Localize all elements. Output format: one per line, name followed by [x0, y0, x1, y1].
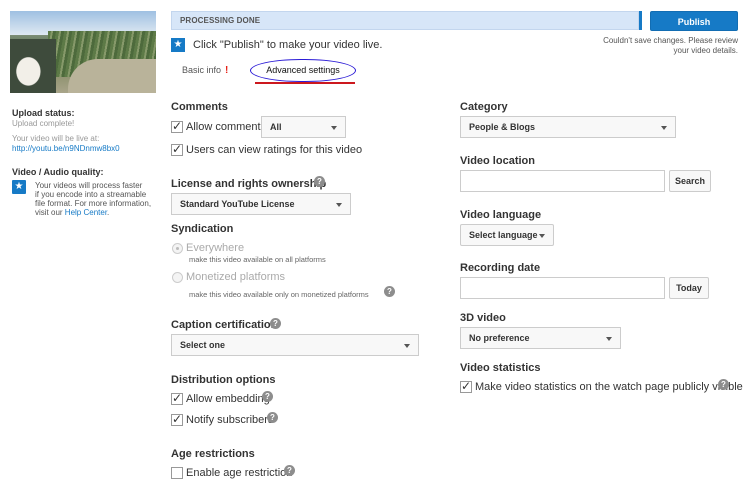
chevron-down-icon: [606, 337, 612, 341]
quality-line-4-prefix: visit our: [35, 208, 63, 217]
help-icon[interactable]: ?: [314, 176, 325, 187]
ratings-visible-label: Users can view ratings for this video: [186, 144, 363, 156]
help-center-link[interactable]: Help Center: [65, 208, 107, 217]
active-tab-underline: [255, 82, 355, 84]
syndication-everywhere-radio[interactable]: [172, 243, 183, 254]
save-error-line-2: your video details.: [673, 46, 738, 55]
language-select[interactable]: Select language: [460, 224, 554, 246]
comments-permission-value: All: [270, 122, 282, 132]
allow-embedding-checkbox[interactable]: [171, 391, 183, 405]
video-thumbnail: [10, 11, 156, 93]
caption-heading: Caption certification: [171, 319, 278, 331]
category-select[interactable]: People & Blogs: [460, 116, 676, 138]
progress-end-marker: [639, 11, 642, 30]
video-statistics-heading: Video statistics: [460, 362, 541, 374]
video-3d-value: No preference: [469, 333, 530, 343]
video-url-link[interactable]: http://youtu.be/n9NDnmw8bx0: [12, 144, 120, 153]
processing-progress-bar: PROCESSING DONE: [171, 11, 639, 30]
allow-embedding-label: Allow embedding: [186, 393, 270, 405]
location-heading: Video location: [460, 155, 535, 167]
language-value: Select language: [469, 230, 538, 240]
license-heading: License and rights ownership: [171, 178, 327, 190]
ratings-visible-checkbox[interactable]: [171, 142, 183, 156]
video-statistics-checkbox[interactable]: [460, 379, 472, 393]
upload-status-value: Upload complete!: [12, 119, 75, 128]
age-restrictions-heading: Age restrictions: [171, 448, 255, 460]
help-icon[interactable]: ?: [267, 412, 278, 423]
chevron-down-icon: [404, 344, 410, 348]
syndication-everywhere-label: Everywhere: [186, 242, 245, 254]
notify-subscribers-checkbox[interactable]: [171, 412, 183, 426]
today-button[interactable]: Today: [669, 277, 709, 299]
syndication-heading: Syndication: [171, 223, 234, 235]
caption-certification-select[interactable]: Select one: [171, 334, 419, 356]
tab-advanced-settings[interactable]: Advanced settings: [250, 59, 356, 82]
category-heading: Category: [460, 101, 508, 113]
recording-date-heading: Recording date: [460, 262, 541, 274]
notify-subscribers-label: Notify subscribers: [186, 414, 274, 426]
help-icon[interactable]: ?: [270, 318, 281, 329]
location-input[interactable]: [460, 170, 665, 192]
syndication-monetized-label: Monetized platforms: [186, 271, 286, 283]
recording-date-input[interactable]: [460, 277, 665, 299]
thumbnail-sand: [68, 59, 156, 93]
category-value: People & Blogs: [469, 122, 536, 132]
chevron-down-icon: [331, 126, 337, 130]
help-icon[interactable]: ?: [284, 465, 295, 476]
upload-status-label: Upload status:: [12, 108, 75, 118]
info-icon: ★: [12, 180, 26, 194]
help-icon[interactable]: ?: [384, 286, 395, 297]
star-icon: ★: [171, 38, 185, 52]
video-3d-select[interactable]: No preference: [460, 327, 621, 349]
thumbnail-figure: [10, 39, 56, 93]
chevron-down-icon: [661, 126, 667, 130]
syndication-monetized-radio[interactable]: [172, 272, 183, 283]
chevron-down-icon: [336, 203, 342, 207]
live-at-text: Your video will be live at:: [12, 134, 100, 143]
age-restriction-checkbox[interactable]: [171, 467, 183, 479]
video-3d-heading: 3D video: [460, 312, 506, 324]
chevron-down-icon: [539, 234, 545, 238]
license-select[interactable]: Standard YouTube License: [171, 193, 351, 215]
save-error-message: Couldn't save changes. Please review you…: [560, 36, 738, 56]
quality-line-3: file format. For more information,: [35, 199, 152, 208]
tab-basic-info[interactable]: Basic info!: [182, 65, 228, 76]
publish-button[interactable]: Publish: [650, 11, 738, 31]
help-icon[interactable]: ?: [718, 379, 729, 390]
save-error-line-1: Couldn't save changes. Please review: [603, 36, 738, 45]
warning-icon: !: [225, 65, 229, 76]
video-statistics-label: Make video statistics on the watch page …: [475, 381, 743, 393]
location-search-button[interactable]: Search: [669, 170, 711, 192]
syndication-monetized-note: make this video available only on moneti…: [189, 290, 369, 299]
distribution-heading: Distribution options: [171, 374, 276, 386]
progress-label: PROCESSING DONE: [180, 16, 261, 25]
language-heading: Video language: [460, 209, 542, 221]
quality-line-1: Your videos will process faster: [35, 181, 143, 190]
comments-heading: Comments: [171, 101, 228, 113]
quality-text: Your videos will process faster if you e…: [35, 181, 160, 217]
comments-permission-select[interactable]: All: [261, 116, 346, 138]
age-restriction-label: Enable age restriction: [186, 467, 293, 479]
help-icon[interactable]: ?: [262, 391, 273, 402]
allow-comments-checkbox[interactable]: [171, 119, 183, 133]
publish-hint: Click "Publish" to make your video live.: [193, 39, 383, 51]
quality-label: Video / Audio quality:: [12, 167, 104, 177]
allow-comments-label: Allow comments: [186, 121, 267, 133]
quality-line-4-suffix: .: [107, 208, 110, 217]
quality-line-2: if you encode into a streamable: [35, 190, 147, 199]
tab-basic-label: Basic info: [182, 65, 222, 75]
syndication-everywhere-note: make this video available on all platfor…: [189, 255, 326, 264]
caption-certification-value: Select one: [180, 340, 226, 350]
license-value: Standard YouTube License: [180, 199, 295, 209]
quality-line-4: visit our Help Center.: [35, 208, 160, 217]
